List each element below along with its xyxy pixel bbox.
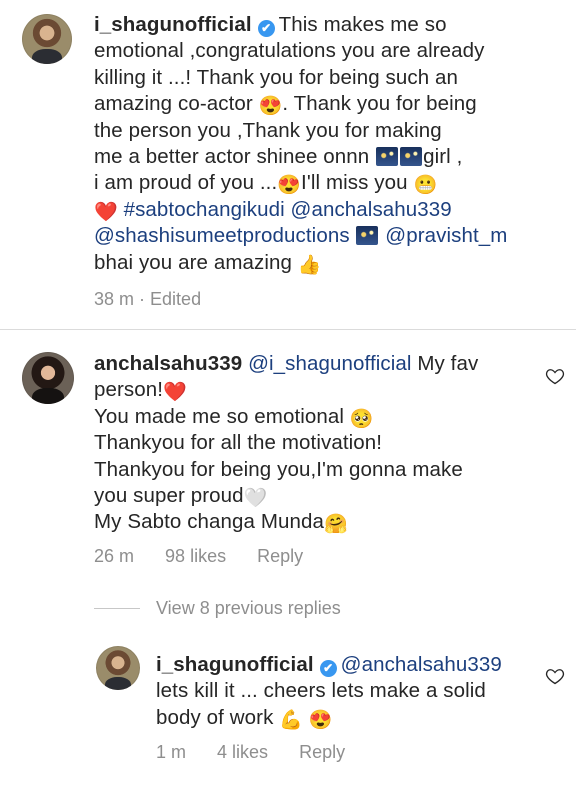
flexed-biceps-emoji-icon: 💪 bbox=[279, 709, 303, 731]
mention-link[interactable]: @shashisumeetproductions bbox=[94, 224, 350, 247]
edited-label: · Edited bbox=[139, 289, 202, 309]
avatar-figure bbox=[104, 676, 132, 690]
avatar-figure bbox=[32, 388, 64, 404]
white-heart-emoji-icon: 🤍 bbox=[243, 488, 268, 510]
hashtag-link[interactable]: #sabtochangikudi bbox=[124, 198, 285, 221]
avatar[interactable] bbox=[96, 646, 140, 690]
comment-text: My Sabto changa Munda bbox=[94, 510, 325, 534]
red-heart-emoji-icon: ❤️ bbox=[163, 382, 187, 404]
comment-body: i_shagunofficial ✔ This makes me so emotio… bbox=[94, 12, 564, 276]
reply-button[interactable]: Reply bbox=[299, 742, 345, 762]
divider bbox=[0, 329, 576, 330]
reply-body: i_shagunofficial ✔ @anchalsahu339 lets kil… bbox=[156, 652, 532, 731]
heart-eyes-emoji-icon: 😍 bbox=[258, 96, 283, 118]
red-heart-emoji-icon: ❤️ bbox=[94, 201, 118, 223]
thumbs-up-emoji-icon: 👍 bbox=[297, 254, 322, 276]
avatar[interactable] bbox=[22, 14, 72, 64]
mention-link[interactable]: @anchalsahu339 bbox=[291, 198, 452, 221]
timestamp: 1 m bbox=[156, 742, 187, 762]
comment-meta: 38 m · Edited bbox=[94, 289, 201, 310]
like-heart-icon[interactable] bbox=[545, 366, 565, 386]
mention-link[interactable]: @anchalsahu339 bbox=[341, 653, 502, 676]
timestamp: 38 m bbox=[94, 289, 135, 309]
comment-body: anchalsahu339 @i_shagunofficial My fav p… bbox=[94, 351, 534, 536]
comment-meta: 26 m 98 likes Reply bbox=[94, 546, 303, 567]
night-sky-emoji-icon bbox=[376, 147, 399, 167]
mention-link[interactable]: @i_shagunofficial bbox=[248, 352, 411, 375]
comment-text: You made me so emotional bbox=[94, 404, 345, 428]
reply-username[interactable]: i_shagunofficial bbox=[156, 653, 314, 676]
night-sky-emoji-icon bbox=[400, 147, 423, 167]
likes-count[interactable]: 4 likes bbox=[217, 742, 268, 762]
verified-badge-icon: ✔ bbox=[319, 660, 337, 677]
hugging-face-emoji-icon: 🤗 bbox=[324, 514, 348, 536]
reply-button[interactable]: Reply bbox=[257, 546, 303, 566]
verified-badge-icon: ✔ bbox=[257, 20, 275, 37]
avatar-figure bbox=[32, 49, 62, 64]
pleading-face-emoji-icon: 🥺 bbox=[349, 408, 374, 430]
grimace-emoji-icon: 😬 bbox=[413, 175, 438, 197]
view-previous-replies[interactable]: View 8 previous replies bbox=[156, 598, 341, 619]
reply-meta: 1 m 4 likes Reply bbox=[156, 742, 345, 763]
avatar[interactable] bbox=[22, 352, 74, 404]
heart-eyes-emoji-icon: 😍 bbox=[277, 175, 302, 197]
comment-text: Thankyou for all the motivation! Thankyo… bbox=[94, 431, 463, 508]
comment-username[interactable]: i_shagunofficial bbox=[94, 13, 252, 36]
comment-username[interactable]: anchalsahu339 bbox=[94, 352, 242, 375]
timestamp: 26 m bbox=[94, 546, 135, 566]
replies-line bbox=[94, 608, 140, 609]
comment-text: bhai you are amazing bbox=[94, 250, 298, 274]
likes-count[interactable]: 98 likes bbox=[165, 546, 226, 566]
night-sky-emoji-icon bbox=[356, 226, 379, 246]
mention-link[interactable]: @pravisht_m bbox=[385, 224, 507, 247]
comment-text: I'll miss you bbox=[301, 171, 414, 195]
like-heart-icon[interactable] bbox=[545, 666, 565, 686]
heart-eyes-emoji-icon: 😍 bbox=[308, 709, 333, 731]
